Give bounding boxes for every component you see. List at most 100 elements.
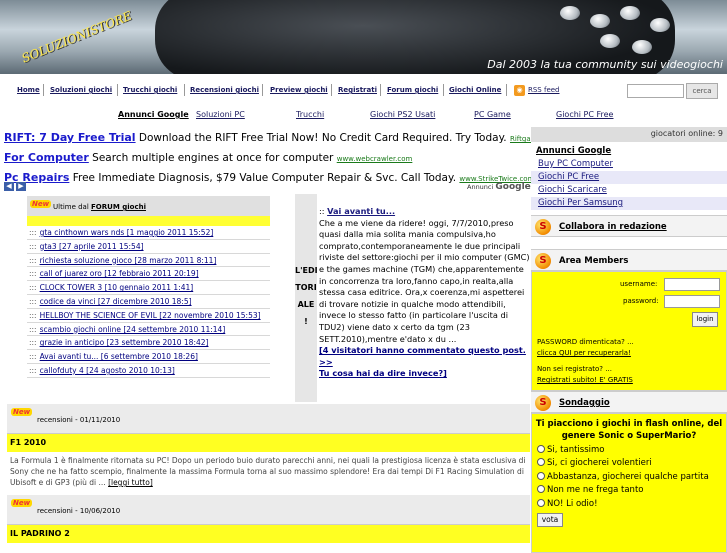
- sidebar-ad-link[interactable]: Giochi Scaricare: [531, 184, 727, 197]
- site-logo[interactable]: SOLUZIONISTORE: [20, 9, 134, 66]
- radio-icon[interactable]: [537, 485, 545, 494]
- poll-option-label: Si, ci giocherei volentieri: [547, 458, 652, 469]
- sidebar-ad-link[interactable]: Giochi Per Samsung: [531, 197, 727, 210]
- forum-thread-link[interactable]: gta3 [27 aprile 2011 15:54]: [40, 242, 144, 251]
- nav-home[interactable]: Home: [17, 86, 40, 94]
- radio-icon[interactable]: [537, 458, 545, 467]
- sidebar-ads-title[interactable]: Annunci Google: [531, 142, 727, 158]
- forgot-text: PASSWORD dimenticata? ...: [537, 338, 634, 346]
- next-arrow-icon[interactable]: ▶: [16, 182, 26, 191]
- search-button[interactable]: cerca: [686, 83, 718, 99]
- ads-by-google[interactable]: Annunci Google: [467, 182, 531, 192]
- nav-divider: [184, 84, 185, 96]
- forum-title-link[interactable]: FORUM giochi: [91, 203, 146, 211]
- forum-bullet: :::: [29, 310, 37, 320]
- news-meta: recensioni - 10/06/2010: [37, 507, 120, 515]
- collab-link[interactable]: Collabora in redazione: [559, 222, 667, 232]
- ad-link[interactable]: Soluzioni PC: [196, 110, 245, 119]
- nav-forum[interactable]: Forum giochi: [387, 86, 438, 94]
- sidebar-ad-link[interactable]: Giochi PC Free: [531, 171, 727, 184]
- forum-thread-link[interactable]: callofduty 4 [24 agosto 2010 10:13]: [40, 366, 175, 375]
- forum-thread-link[interactable]: scambio giochi online [24 settembre 2010…: [40, 325, 226, 334]
- forum-item: ::: Avai avanti tu... [6 settembre 2010 1…: [27, 350, 270, 364]
- forum-thread-link[interactable]: gta cinthown wars nds [1 maggio 2011 15:…: [40, 228, 214, 237]
- ad-url[interactable]: www.webcrawler.com: [337, 155, 413, 163]
- radio-icon[interactable]: [537, 445, 545, 453]
- ad-text: Search multiple engines at once for comp…: [92, 152, 334, 164]
- nav-divider: [262, 84, 263, 96]
- forum-thread-link[interactable]: call of juarez oro [12 febbraio 2011 20:…: [40, 269, 199, 278]
- read-more-link[interactable]: [leggi tutto]: [108, 478, 153, 487]
- nav-soluzioni[interactable]: Soluzioni giochi: [50, 86, 112, 94]
- gamepad-button-icon: [650, 18, 670, 32]
- register-link[interactable]: Registrati subito! E' GRATIS: [537, 376, 633, 384]
- nav-registrati[interactable]: Registrati: [338, 86, 377, 94]
- poll-option[interactable]: Non me ne frega tanto: [532, 484, 726, 497]
- vote-button[interactable]: vota: [537, 512, 563, 527]
- forum-item: ::: scambio giochi online [24 settembre 2…: [27, 323, 270, 337]
- poll-option[interactable]: NO! Li odio!: [532, 498, 726, 511]
- forum-thread-link[interactable]: Avai avanti tu... [6 settembre 2010 18:2…: [40, 352, 198, 361]
- ad-item: For Computer Search multiple engines at …: [4, 149, 530, 169]
- editoriale-box: :: Vai avanti tu... Che a me viene da ri…: [319, 206, 530, 380]
- forum-bullet: :::: [29, 324, 37, 334]
- nav-preview[interactable]: Preview giochi: [270, 86, 328, 94]
- sidebar-ad-link[interactable]: Buy PC Computer: [531, 158, 727, 171]
- news-title[interactable]: F1 2010: [7, 434, 530, 452]
- editoriale-label-line: ALE: [297, 300, 315, 309]
- prev-arrow-icon[interactable]: ◀: [4, 182, 14, 191]
- forum-item: ::: gta3 [27 aprile 2011 15:54]: [27, 240, 270, 254]
- forum-item: ::: call of juarez oro [12 febbraio 2011 …: [27, 267, 270, 282]
- gamepad-button-icon: [600, 34, 620, 48]
- poll-box: Ti piacciono i giochi in flash online, d…: [531, 413, 727, 553]
- poll-option[interactable]: Si, tantissimo: [532, 444, 726, 457]
- right-sidebar: giocatori online: 9 Annunci Google Buy P…: [531, 127, 727, 553]
- comment-link[interactable]: Tu cosa hai da dire invece?]: [319, 368, 530, 380]
- rss-icon[interactable]: ◉: [514, 85, 525, 96]
- main-nav: Home Soluzioni giochi Trucchi giochi Rec…: [0, 80, 727, 102]
- comments-link[interactable]: [4 visitatori hanno commentato questo po…: [319, 345, 530, 368]
- poll-option[interactable]: Abbastanza, giocherei qualche partita: [532, 471, 726, 484]
- ad-link[interactable]: Giochi PC Free: [556, 110, 613, 119]
- forum-title-prefix: Ultime dal: [53, 203, 92, 211]
- radio-icon[interactable]: [537, 471, 545, 480]
- rss-link[interactable]: RSS feed: [528, 86, 560, 94]
- nav-recensioni[interactable]: Recensioni giochi: [190, 86, 259, 94]
- forum-thread-link[interactable]: grazie in anticipo [23 settembre 2010 18…: [40, 338, 209, 347]
- search-input[interactable]: [627, 84, 684, 98]
- collab-header: S Collabora in redazione: [531, 215, 727, 237]
- ad-links-label: Annunci Google: [118, 110, 189, 119]
- nav-trucchi[interactable]: Trucchi giochi: [123, 86, 177, 94]
- editoriale-label-line: L'EDI: [295, 266, 318, 275]
- forum-bullet: :::: [29, 296, 37, 306]
- ad-link[interactable]: Trucchi: [296, 110, 324, 119]
- news-title[interactable]: IL PADRINO 2: [7, 525, 530, 543]
- site-tagline: Dal 2003 la tua community sui videogioch…: [487, 58, 723, 71]
- poll-option[interactable]: Si, ci giocherei volentieri: [532, 457, 726, 470]
- nav-divider: [331, 84, 332, 96]
- ad-link[interactable]: PC Game: [474, 110, 511, 119]
- login-button[interactable]: login: [692, 312, 718, 327]
- forum-thread-link[interactable]: richiesta soluzione gioco [28 marzo 2011…: [40, 256, 217, 265]
- gamepad-button-icon: [560, 6, 580, 20]
- recover-password-link[interactable]: clicca QUI per recuperarla!: [537, 349, 631, 357]
- gamepad-button-icon: [620, 6, 640, 20]
- ads-by-label: Annunci: [467, 183, 494, 191]
- username-field[interactable]: [664, 278, 720, 291]
- poll-title[interactable]: Sondaggio: [559, 398, 610, 408]
- ad-title[interactable]: RIFT: 7 Day Free Trial: [4, 131, 136, 144]
- forum-thread-link[interactable]: CLOCK TOWER 3 [10 gennaio 2011 1:41]: [40, 283, 194, 292]
- radio-icon[interactable]: [537, 498, 545, 507]
- ad-link[interactable]: Giochi PS2 Usati: [370, 110, 435, 119]
- nav-divider: [117, 84, 118, 96]
- editoriale-title[interactable]: Vai avanti tu...: [327, 206, 395, 216]
- ad-title[interactable]: For Computer: [4, 151, 89, 164]
- login-form: username: password: login PASSWORD dimen…: [531, 271, 727, 391]
- forum-bullet: :::: [29, 338, 37, 348]
- news-list: New recensioni - 01/11/2010 F1 2010 La F…: [7, 404, 530, 543]
- nav-giochi-online[interactable]: Giochi Online: [449, 86, 501, 94]
- forum-thread-link[interactable]: HELLBOY THE SCIENCE OF EVIL [22 novembre…: [40, 311, 261, 320]
- password-field[interactable]: [664, 295, 720, 308]
- poll-option-label: Abbastanza, giocherei qualche partita: [547, 471, 709, 482]
- forum-thread-link[interactable]: codice da vinci [27 dicembre 2010 18:5]: [40, 297, 192, 306]
